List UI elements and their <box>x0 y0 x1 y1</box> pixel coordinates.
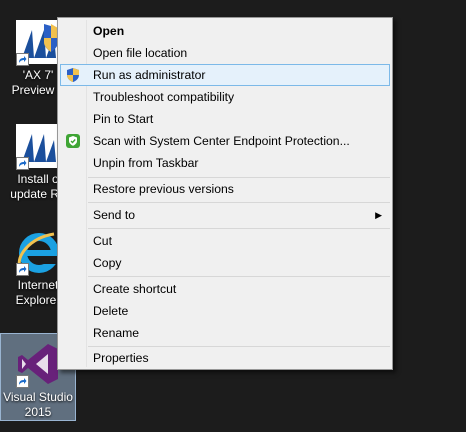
menu-separator <box>88 276 390 277</box>
menu-item-run-as-administrator[interactable]: Run as administrator <box>60 64 390 86</box>
menu-item-scan-endpoint-protection[interactable]: Scan with System Center Endpoint Protect… <box>60 130 390 152</box>
menu-separator <box>88 202 390 203</box>
uac-shield-icon <box>65 67 81 83</box>
menu-item-label: Scan with System Center Endpoint Protect… <box>93 134 350 148</box>
menu-item-label: Pin to Start <box>93 112 154 126</box>
endpoint-protection-icon <box>65 133 81 149</box>
menu-item-label: Open file location <box>93 46 188 60</box>
menu-item-label: Create shortcut <box>93 282 177 296</box>
shortcut-arrow-icon <box>16 157 29 170</box>
context-menu: Open Open file location Run as administr… <box>57 17 393 370</box>
menu-item-copy[interactable]: Copy <box>60 252 390 274</box>
menu-item-pin-to-start[interactable]: Pin to Start <box>60 108 390 130</box>
desktop-icon-label: Visual Studio <box>3 390 73 404</box>
dynamics-ax-icon <box>14 122 62 170</box>
menu-item-label: Run as administrator <box>93 68 206 82</box>
menu-item-delete[interactable]: Delete <box>60 300 390 322</box>
menu-item-label: Delete <box>93 304 129 318</box>
menu-item-rename[interactable]: Rename <box>60 322 390 344</box>
menu-item-label: Troubleshoot compatibility <box>93 90 235 104</box>
menu-item-open-file-location[interactable]: Open file location <box>60 42 390 64</box>
dynamics-ax-icon <box>14 18 62 66</box>
menu-item-label: Unpin from Taskbar <box>93 156 199 170</box>
menu-item-label: Properties <box>93 351 149 365</box>
submenu-arrow-icon: ▶ <box>375 210 382 220</box>
menu-separator <box>88 228 390 229</box>
menu-item-unpin-from-taskbar[interactable]: Unpin from Taskbar <box>60 152 390 174</box>
menu-item-troubleshoot-compatibility[interactable]: Troubleshoot compatibility <box>60 86 390 108</box>
menu-item-label: Restore previous versions <box>93 182 234 196</box>
menu-item-label: Send to <box>93 208 136 222</box>
shortcut-arrow-icon <box>16 263 29 276</box>
menu-item-open[interactable]: Open <box>60 20 390 42</box>
desktop-icon-label: 2015 <box>24 405 52 419</box>
menu-item-properties[interactable]: Properties <box>60 347 390 369</box>
shortcut-arrow-icon <box>16 53 29 66</box>
menu-item-label: Open <box>93 24 125 38</box>
menu-item-label: Cut <box>93 234 112 248</box>
menu-item-label: Rename <box>93 326 140 340</box>
visual-studio-icon <box>14 340 62 388</box>
menu-item-restore-previous-versions[interactable]: Restore previous versions <box>60 178 390 200</box>
shortcut-arrow-icon <box>16 375 29 388</box>
menu-item-cut[interactable]: Cut <box>60 230 390 252</box>
menu-item-label: Copy <box>93 256 122 270</box>
menu-item-create-shortcut[interactable]: Create shortcut <box>60 278 390 300</box>
menu-item-send-to[interactable]: Send to ▶ <box>60 204 390 226</box>
internet-explorer-icon <box>14 228 62 276</box>
